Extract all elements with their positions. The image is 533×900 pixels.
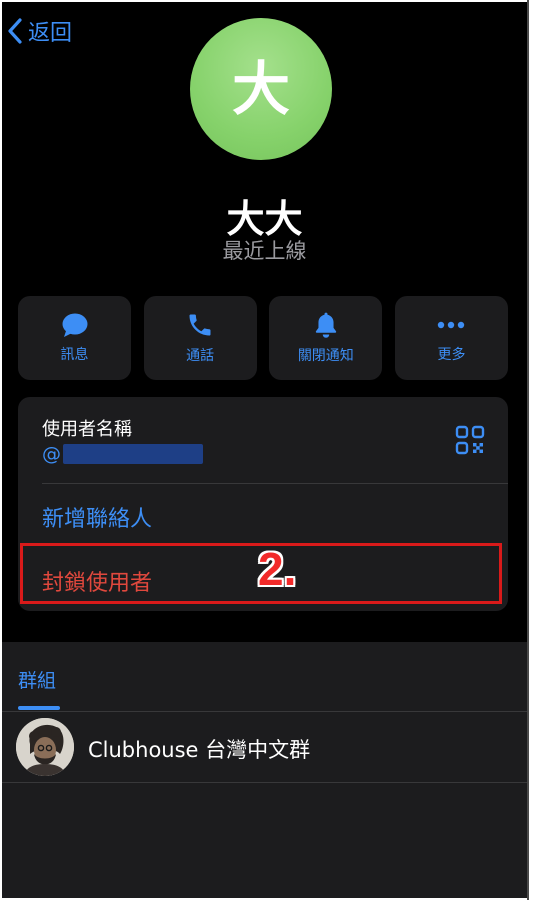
screenshot-frame-edge <box>527 0 529 900</box>
username-prefix: @ <box>42 443 61 465</box>
contact-profile-screen: 返回 大 大大 最近上線 訊息 通話 關閉通知 更多 使用者名稱 @ 新增聯絡人… <box>2 2 527 898</box>
groups-section: 群組 Clubhouse 台灣中文群 <box>2 642 527 898</box>
more-button[interactable]: 更多 <box>394 296 508 380</box>
list-divider <box>2 782 527 783</box>
step-number-annotation: 2. <box>258 543 297 595</box>
last-seen-status: 最近上線 <box>222 239 307 263</box>
message-button[interactable]: 訊息 <box>18 296 131 380</box>
call-button-label: 通話 <box>186 348 215 364</box>
username-label: 使用者名稱 <box>42 419 132 440</box>
more-button-label: 更多 <box>437 347 466 363</box>
tab-groups[interactable]: 群組 <box>18 666 56 693</box>
message-bubble-icon <box>62 313 87 337</box>
card-divider <box>42 483 508 484</box>
back-button[interactable]: 返回 <box>6 16 72 46</box>
add-contact-button[interactable]: 新增聯絡人 <box>42 501 152 533</box>
avatar: 大 <box>190 18 332 160</box>
message-button-label: 訊息 <box>60 347 89 363</box>
back-label: 返回 <box>28 21 73 46</box>
avatar-initial: 大 <box>231 55 290 123</box>
username-redaction <box>63 444 203 464</box>
phone-icon <box>189 314 211 336</box>
group-name: Clubhouse 台灣中文群 <box>88 738 311 762</box>
qr-code-icon[interactable] <box>455 425 485 455</box>
mute-notifications-button[interactable]: 關閉通知 <box>269 296 383 380</box>
more-dots-icon <box>438 321 465 329</box>
mute-notifications-label: 關閉通知 <box>297 348 354 364</box>
action-button-row: 訊息 通話 關閉通知 更多 <box>18 296 508 380</box>
group-avatar <box>16 718 74 776</box>
tab-active-indicator <box>18 706 60 710</box>
username-value[interactable]: @ <box>42 443 203 465</box>
group-avatar-image <box>16 718 74 776</box>
call-button[interactable]: 通話 <box>143 296 257 380</box>
list-item[interactable]: Clubhouse 台灣中文群 <box>2 712 527 782</box>
bell-icon <box>315 312 336 338</box>
chevron-left-icon <box>8 18 22 44</box>
